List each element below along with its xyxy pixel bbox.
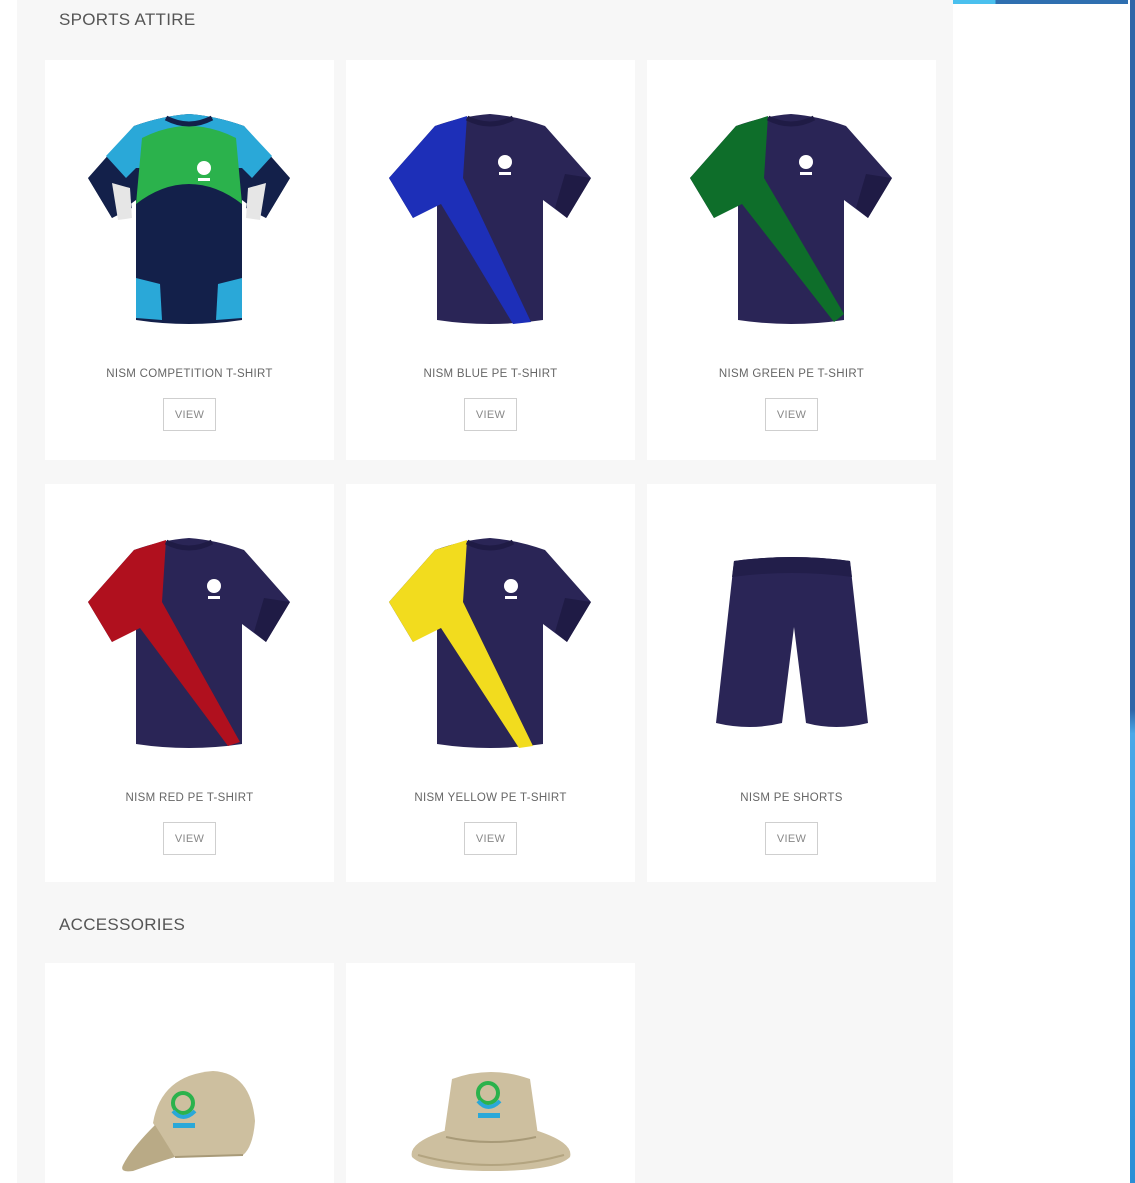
product-card-yellow-pe-tshirt[interactable]: NISM YELLOW PE T-SHIRT VIEW	[346, 484, 635, 882]
product-card-competition-tshirt[interactable]: NISM COMPETITION T-SHIRT VIEW	[45, 60, 334, 460]
logo-icon	[498, 155, 512, 169]
bucket-hat-icon	[411, 1072, 570, 1171]
logo-icon	[197, 161, 211, 175]
view-button[interactable]: VIEW	[765, 398, 818, 431]
product-name: NISM GREEN PE T-SHIRT	[718, 368, 865, 380]
logo-icon	[207, 579, 221, 593]
view-button[interactable]: VIEW	[464, 398, 517, 431]
product-card-red-pe-tshirt[interactable]: NISM RED PE T-SHIRT VIEW	[45, 484, 334, 882]
product-image[interactable]	[647, 512, 936, 772]
product-image[interactable]	[45, 1063, 334, 1178]
product-name: NISM RED PE T-SHIRT	[125, 792, 254, 804]
view-button[interactable]: VIEW	[163, 822, 216, 855]
product-name: NISM BLUE PE T-SHIRT	[423, 368, 558, 380]
product-name: NISM YELLOW PE T-SHIRT	[414, 792, 567, 804]
section-title-sports-attire: SPORTS ATTIRE	[59, 10, 196, 29]
tshirt-icon	[88, 114, 290, 324]
product-image[interactable]	[346, 1063, 635, 1178]
view-button[interactable]: VIEW	[163, 398, 216, 431]
product-card-cap[interactable]	[45, 963, 334, 1183]
logo-icon	[799, 155, 813, 169]
tshirt-icon	[389, 114, 591, 324]
tshirt-icon	[389, 538, 591, 748]
section-title-accessories: ACCESSORIES	[59, 915, 186, 934]
shorts-icon	[715, 557, 868, 727]
product-image[interactable]	[45, 512, 334, 772]
product-card-green-pe-tshirt[interactable]: NISM GREEN PE T-SHIRT VIEW	[647, 60, 936, 460]
product-card-pe-shorts[interactable]: NISM PE SHORTS VIEW	[647, 484, 936, 882]
product-name: NISM COMPETITION T-SHIRT	[106, 368, 273, 380]
product-image[interactable]	[45, 88, 334, 348]
tshirt-icon	[690, 114, 892, 324]
product-card-bucket-hat[interactable]	[346, 963, 635, 1183]
product-image[interactable]	[346, 88, 635, 348]
view-button[interactable]: VIEW	[464, 822, 517, 855]
tshirt-icon	[88, 538, 290, 748]
cap-icon	[121, 1071, 255, 1172]
right-edge-divider	[1128, 0, 1130, 1183]
logo-icon	[504, 579, 518, 593]
product-image[interactable]	[346, 512, 635, 772]
product-image[interactable]	[647, 88, 936, 348]
product-card-blue-pe-tshirt[interactable]: NISM BLUE PE T-SHIRT VIEW	[346, 60, 635, 460]
product-name: NISM PE SHORTS	[740, 792, 843, 804]
view-button[interactable]: VIEW	[765, 822, 818, 855]
